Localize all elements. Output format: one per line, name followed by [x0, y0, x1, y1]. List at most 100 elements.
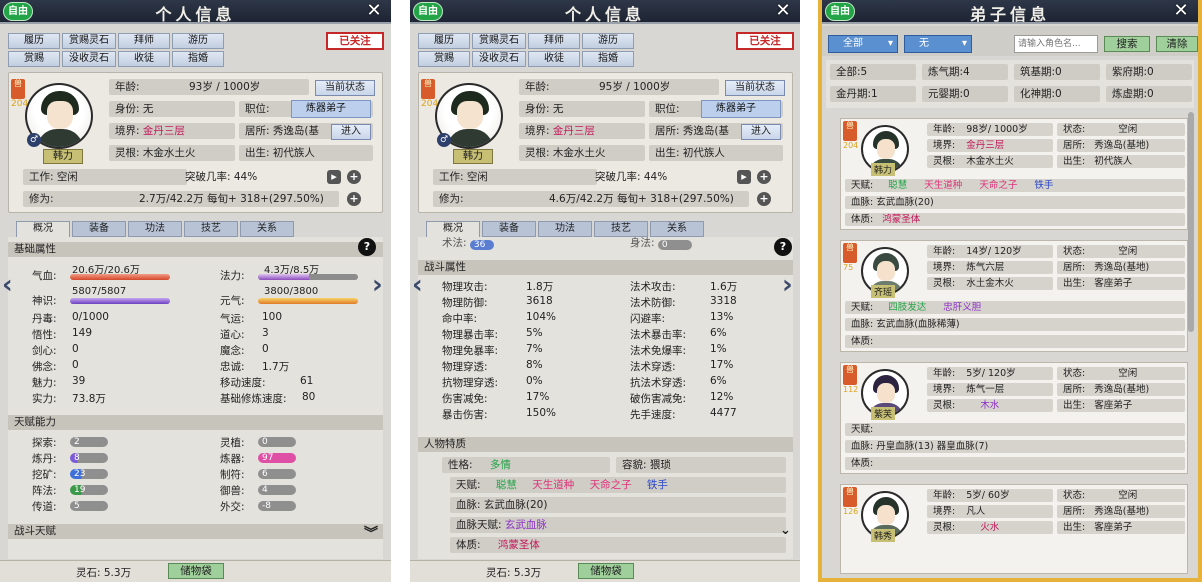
position-dropdown[interactable]: 炼器弟子 [291, 100, 371, 118]
root-value: 木金水土火 [552, 147, 606, 159]
plus-icon[interactable]: + [757, 170, 771, 184]
age-label: 年龄: [933, 246, 956, 257]
play-icon[interactable]: ▸ [327, 170, 341, 184]
next-arrow-icon[interactable]: › [372, 270, 383, 300]
tab-arts[interactable]: 技艺 [184, 221, 238, 237]
nav-resume-button[interactable]: 履历 [418, 33, 470, 49]
battle-label: 物理免暴率: [442, 345, 499, 357]
breakthrough-rate: 突破几率: 44% [595, 171, 668, 183]
spirit-stone-count: 灵石: 5.3万 [76, 567, 132, 579]
battle-label: 先手速度: [630, 409, 676, 421]
state-value: 空闲 [1118, 124, 1138, 135]
battle-value: 6% [710, 327, 727, 339]
disciple-card[interactable]: 兽 112 紫芙 年龄: 5岁/ 120岁 状态: 空闲 境界: 炼气一层 居所… [840, 362, 1188, 474]
cultivation-plus-icon[interactable]: + [347, 192, 361, 206]
scrollbar[interactable] [1188, 112, 1194, 332]
cultivation-label: 修为: [439, 193, 464, 205]
talent-label: 传道: [32, 501, 57, 513]
current-status-button[interactable]: 当前状态 [725, 80, 785, 96]
play-icon[interactable]: ▸ [737, 170, 751, 184]
nav-marriage-button[interactable]: 指婚 [172, 51, 224, 67]
residence-value: 秀逸岛(基地) [1094, 140, 1150, 151]
nav-travel-button[interactable]: 游历 [582, 33, 634, 49]
position-dropdown[interactable]: 炼器弟子 [701, 100, 781, 118]
storage-bag-button[interactable]: 储物袋 [578, 563, 634, 579]
type-filter-value: 无 [919, 38, 929, 49]
scroll-down-icon[interactable]: ⌄ [780, 523, 791, 538]
talent-label: 炼器: [220, 453, 245, 465]
count-cell: 元婴期:0 [922, 86, 1008, 102]
bloodline-talent-value: 玄武血脉 [504, 519, 547, 531]
current-status-button[interactable]: 当前状态 [315, 80, 375, 96]
close-icon[interactable]: ✕ [770, 1, 796, 23]
realm-value: 炼气一层 [966, 384, 1005, 395]
nav-travel-button[interactable]: 游历 [172, 33, 224, 49]
nav-apprentice-button[interactable]: 拜师 [528, 33, 580, 49]
storage-bag-button[interactable]: 储物袋 [168, 563, 224, 579]
section-talent: 天赋能力 [8, 415, 383, 430]
battle-label: 物理攻击: [442, 281, 488, 293]
realm-filter-dropdown[interactable]: 全部 ▾ [828, 35, 898, 53]
help-icon[interactable]: ? [358, 238, 376, 256]
cultivation-label: 修为: [29, 193, 54, 205]
nav-reward-stone-button[interactable]: 赏赐灵石 [472, 33, 526, 49]
disciple-card[interactable]: 兽 204 韩力 年龄: 98岁/ 1000岁 状态: 空闲 境界: 金丹三层 … [840, 118, 1188, 230]
disciple-card[interactable]: 兽 126 韩秀 年龄: 5岁/ 60岁 状态: 空闲 境界: 凡人 居所: 秀… [840, 484, 1188, 574]
physique-value: 鸿蒙圣体 [497, 539, 540, 551]
age-label: 年龄: [933, 368, 956, 379]
tab-skills[interactable]: 功法 [538, 221, 592, 237]
spirit-stone-count: 灵石: 5.3万 [486, 567, 542, 579]
nav-reward-button[interactable]: 赏赐 [8, 51, 60, 67]
identity-field: 身份: 无 [109, 101, 235, 117]
prev-arrow-icon[interactable]: ‹ [2, 270, 13, 300]
battle-label: 伤害减免: [442, 393, 488, 405]
stat-label: 悟性: [32, 329, 57, 341]
tab-overview[interactable]: 概况 [16, 221, 70, 237]
state-label: 状态: [1063, 124, 1086, 135]
search-button[interactable]: 搜索 [1104, 36, 1150, 52]
tab-equipment[interactable]: 装备 [72, 221, 126, 237]
scroll-down-icon[interactable]: ︾ [364, 523, 378, 543]
root-label: 灵根: [933, 278, 956, 289]
disciple-card[interactable]: 兽 75 齐瑶 年龄: 14岁/ 120岁 状态: 空闲 境界: 炼气六层 居所… [840, 240, 1188, 352]
root-value: 木金水土火 [966, 156, 1014, 167]
stat-value: 73.8万 [72, 393, 106, 405]
help-icon[interactable]: ? [774, 238, 792, 256]
tab-skills[interactable]: 功法 [128, 221, 182, 237]
plus-icon[interactable]: + [347, 170, 361, 184]
position-label: 职位: [655, 103, 680, 115]
divine-sense-bar [70, 298, 170, 304]
rank-badge: 兽 [843, 487, 857, 507]
count-cell: 炼虚期:0 [1106, 86, 1192, 102]
type-filter-dropdown[interactable]: 无 ▾ [904, 35, 972, 53]
enter-button[interactable]: 进入 [741, 124, 781, 140]
nav-disciple-button[interactable]: 收徒 [528, 51, 580, 67]
rank-badge: 兽 [421, 79, 435, 99]
birth-label: 出生: [1063, 156, 1086, 167]
nav-resume-button[interactable]: 履历 [8, 33, 60, 49]
close-icon[interactable]: ✕ [361, 1, 387, 23]
disciple-name: 韩力 [871, 163, 896, 176]
nav-confiscate-button[interactable]: 没收灵石 [62, 51, 116, 67]
tab-relations[interactable]: 关系 [240, 221, 294, 237]
nav-disciple-button[interactable]: 收徒 [118, 51, 170, 67]
count-cell: 紫府期:0 [1106, 64, 1192, 80]
search-input[interactable] [1014, 35, 1098, 53]
nav-apprentice-button[interactable]: 拜师 [118, 33, 170, 49]
nav-reward-button[interactable]: 赏赐 [418, 51, 470, 67]
rank-badge: 兽 [843, 243, 857, 263]
battle-label: 抗物理穿透: [442, 377, 499, 389]
nav-reward-stone-button[interactable]: 赏赐灵石 [62, 33, 116, 49]
nav-marriage-button[interactable]: 指婚 [582, 51, 634, 67]
clear-button[interactable]: 清除 [1156, 36, 1198, 52]
cultivation-plus-icon[interactable]: + [757, 192, 771, 206]
follow-button[interactable]: 已关注 [326, 32, 384, 50]
close-icon[interactable]: ✕ [1168, 1, 1194, 23]
prev-arrow-icon[interactable]: ‹ [412, 270, 423, 300]
profile-card: 兽 204 ♂ 韩力 年龄: 95岁 / 1000岁 当前状态 身份: 无 职位:… [418, 72, 793, 213]
talent-label: 天赋: [851, 180, 874, 191]
next-arrow-icon[interactable]: › [782, 270, 793, 300]
nav-confiscate-button[interactable]: 没收灵石 [472, 51, 526, 67]
follow-button[interactable]: 已关注 [736, 32, 794, 50]
enter-button[interactable]: 进入 [331, 124, 371, 140]
